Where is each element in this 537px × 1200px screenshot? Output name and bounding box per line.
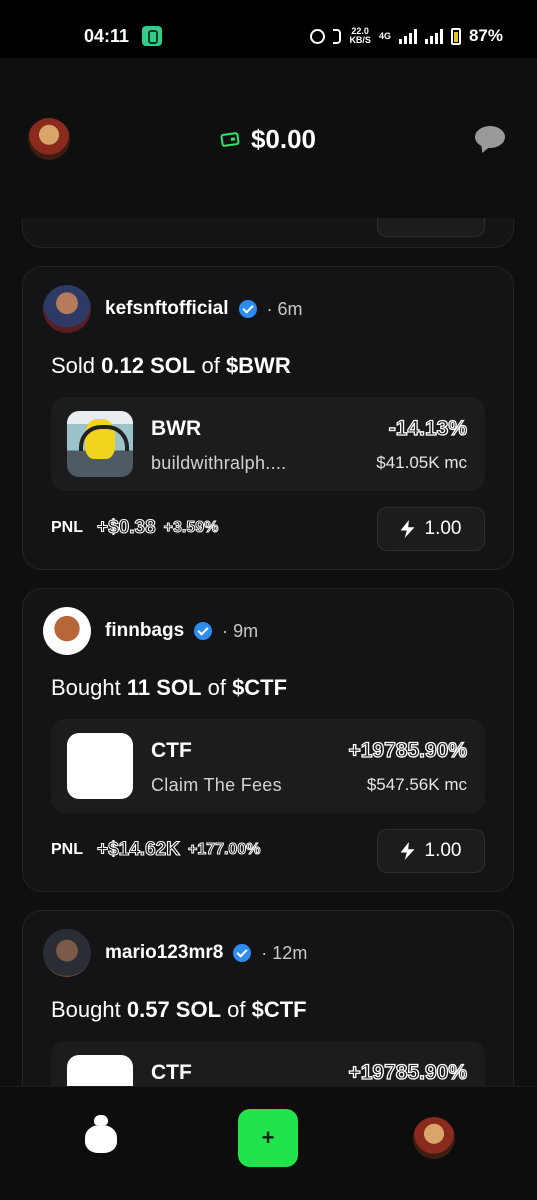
wallet-balance[interactable]: $0.00 — [0, 124, 537, 155]
bag-icon[interactable] — [84, 1115, 120, 1157]
user-avatar[interactable] — [43, 607, 91, 655]
post-time: · 6m — [266, 298, 303, 319]
quick-buy-button[interactable] — [377, 218, 485, 237]
pnl-usd: +$14.62K — [96, 838, 180, 860]
pnl-label: PNL — [51, 841, 83, 858]
token-name: buildwithralph.... — [151, 453, 287, 473]
feed-card[interactable]: kefsnftofficial · 6m Sold 0.12 SOL of $B… — [22, 266, 514, 570]
token-logo — [67, 1055, 133, 1086]
token-logo — [67, 733, 133, 799]
user-avatar[interactable] — [43, 285, 91, 333]
wallet-icon — [220, 131, 240, 148]
token-symbol: CTF — [151, 1061, 192, 1084]
pnl-label: PNL — [51, 519, 83, 536]
quick-buy-button[interactable]: 1.00 — [377, 829, 485, 873]
token-name: Claim The Fees — [151, 775, 282, 795]
feed-card[interactable]: mario123mr8 · 12m Bought 0.57 SOL of $CT… — [22, 910, 514, 1086]
trade-summary: Bought 11 SOL of $CTF — [51, 675, 288, 700]
verified-badge-icon — [194, 622, 213, 640]
pnl-row: PNL +$0.38 +3.59% — [51, 516, 219, 539]
create-button[interactable]: + — [238, 1109, 298, 1167]
battery-icon — [450, 27, 461, 45]
token-info[interactable]: BWR buildwithralph.... -14.13% $41.05K m… — [51, 397, 485, 491]
network-speed: 22.0 KB/S — [349, 26, 371, 45]
alarm-icon — [310, 28, 326, 44]
user-avatar[interactable] — [43, 929, 91, 977]
quick-buy-amount: 1.00 — [424, 840, 462, 861]
token-market-cap: $547.56K mc — [366, 775, 467, 794]
token-symbol: BWR — [151, 417, 202, 440]
token-info[interactable]: CTF +19785.90% — [51, 1041, 485, 1086]
quick-buy-amount: 1.00 — [424, 518, 462, 539]
username[interactable]: mario123mr8 — [105, 942, 223, 964]
bottom-nav: + — [0, 1086, 537, 1200]
activity-feed[interactable]: kefsnftofficial · 6m Sold 0.12 SOL of $B… — [0, 218, 537, 1086]
fitness-app-icon — [142, 26, 162, 46]
post-time: · 9m — [222, 620, 259, 641]
token-symbol: CTF — [151, 739, 192, 762]
token-change: +19785.90% — [348, 738, 468, 762]
post-time: · 12m — [261, 942, 308, 963]
network-type: 4G — [378, 30, 391, 41]
card-header: finnbags · 9m — [43, 607, 258, 655]
bluetooth-icon — [333, 28, 342, 44]
card-header: mario123mr8 · 12m — [43, 929, 307, 977]
card-header: kefsnftofficial · 6m — [43, 285, 303, 333]
pnl-percent: +3.59% — [163, 519, 219, 537]
battery-percent: 87% — [468, 26, 503, 45]
balance-amount: $0.00 — [250, 124, 317, 154]
trade-summary: Sold 0.12 SOL of $BWR — [51, 353, 291, 378]
feed-card[interactable]: finnbags · 9m Bought 11 SOL of $CTF CTF … — [22, 588, 514, 892]
status-bar: 04:11 22.0 KB/S 4G 87% — [0, 0, 537, 58]
trade-summary: Bought 0.57 SOL of $CTF — [51, 997, 307, 1022]
pnl-percent: +177.00% — [187, 841, 261, 859]
pnl-usd: +$0.38 — [96, 516, 156, 538]
app-header: $0.00 — [0, 58, 537, 218]
token-info[interactable]: CTF Claim The Fees +19785.90% $547.56K m… — [51, 719, 485, 813]
token-logo — [67, 411, 133, 477]
quick-buy-button[interactable]: 1.00 — [377, 507, 485, 551]
token-change: +19785.90% — [348, 1060, 468, 1084]
lightning-icon — [400, 842, 415, 860]
username[interactable]: kefsnftofficial — [105, 298, 229, 320]
username[interactable]: finnbags — [105, 620, 184, 642]
status-indicators: 22.0 KB/S 4G 87% — [310, 26, 503, 46]
verified-badge-icon — [233, 944, 252, 962]
chat-icon[interactable] — [475, 126, 505, 148]
lightning-icon — [400, 520, 415, 538]
signal-icon — [398, 28, 417, 44]
verified-badge-icon — [238, 300, 257, 318]
feed-card-partial[interactable] — [22, 218, 514, 248]
token-market-cap: $41.05K mc — [376, 453, 467, 472]
profile-avatar[interactable] — [413, 1117, 455, 1159]
pnl-row: PNL +$14.62K +177.00% — [51, 838, 261, 861]
status-time: 04:11 — [84, 26, 130, 46]
signal-2-icon — [424, 28, 443, 44]
token-change: -14.13% — [388, 416, 468, 440]
